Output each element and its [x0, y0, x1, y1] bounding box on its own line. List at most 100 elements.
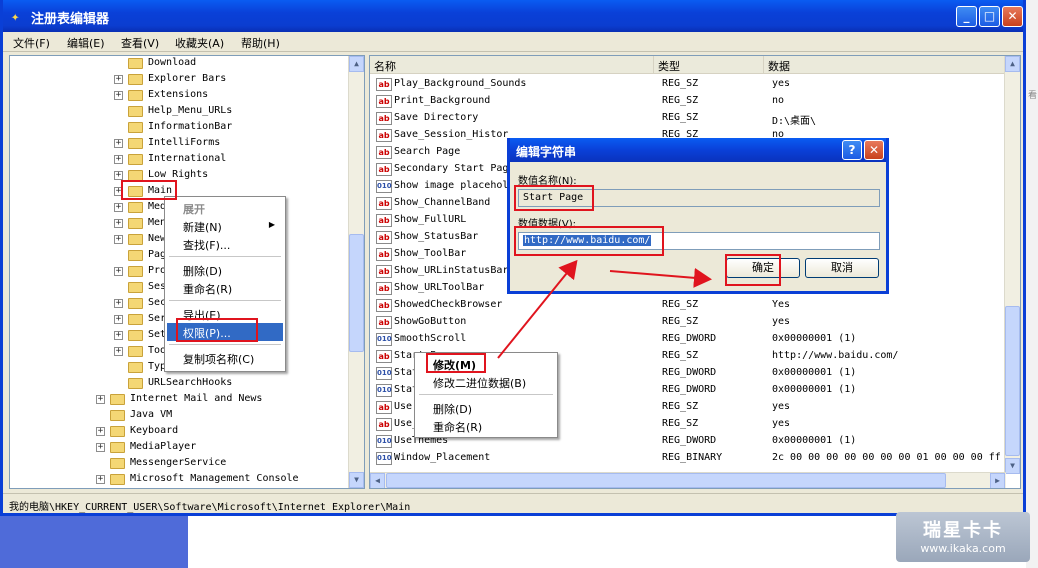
- expand-icon[interactable]: +: [114, 235, 123, 244]
- scroll-left-arrow-icon[interactable]: ◀: [370, 473, 385, 488]
- menu-separator: [419, 394, 553, 395]
- tree-menu-item-label: 复制项名称(C): [183, 353, 255, 366]
- list-scroll-down-arrow-icon[interactable]: ▼: [1005, 458, 1020, 474]
- expand-icon[interactable]: +: [114, 139, 123, 148]
- string-value-icon: ab: [376, 248, 392, 261]
- tree-context-menu: 展开 新建(N) ▶ 查找(F)... 删除(D) 重命名(R) 导出(E) 权限(P)...…: [164, 196, 286, 372]
- string-value-icon: ab: [376, 299, 392, 312]
- tree-menu-item-label: 展开: [183, 203, 205, 216]
- list-horizontal-scrollbar[interactable]: ◀ ▶: [370, 472, 1006, 488]
- submenu-arrow-icon: ▶: [268, 220, 275, 229]
- value-row[interactable]: 010 Window_Placement REG_BINARY 2c 00 00 00…: [374, 450, 1019, 467]
- menu-separator: [169, 344, 281, 345]
- tree-vertical-scrollbar[interactable]: ▲ ▼: [348, 56, 364, 488]
- watermark-line1: 瑞星卡卡: [923, 520, 1003, 541]
- tree-menu-item[interactable]: 重命名(R): [167, 279, 283, 297]
- menu-file[interactable]: 文件(F): [13, 35, 50, 51]
- value-row[interactable]: ab Save Directory REG_SZ D:\桌面\: [374, 110, 1014, 127]
- expand-icon[interactable]: +: [96, 475, 105, 484]
- value-data: 0x00000001 (1): [772, 435, 857, 446]
- column-data[interactable]: 数据: [764, 56, 1006, 74]
- tree-item-label: URLSearchHooks: [148, 377, 233, 388]
- value-data: yes: [772, 401, 791, 412]
- expand-icon[interactable]: +: [114, 219, 123, 228]
- string-value-icon: ab: [376, 401, 392, 414]
- value-data: D:\桌面\: [772, 116, 817, 127]
- value-row[interactable]: ab ShowGoButton REG_SZ yes: [374, 314, 1014, 331]
- string-value-icon: ab: [376, 214, 392, 227]
- value-type: REG_DWORD: [662, 384, 717, 395]
- cancel-button[interactable]: 取消: [805, 258, 879, 278]
- expand-icon[interactable]: +: [96, 443, 105, 452]
- expand-icon[interactable]: +: [114, 331, 123, 340]
- tree-item-label: InformationBar: [148, 121, 233, 132]
- tree-item-label: International: [148, 153, 227, 164]
- value-name: Print_Background: [394, 95, 491, 106]
- scroll-down-arrow-icon[interactable]: ▼: [349, 472, 364, 488]
- folder-icon: [128, 122, 143, 133]
- expand-icon[interactable]: +: [114, 171, 123, 180]
- folder-icon: [128, 314, 143, 325]
- tree-scroll-thumb[interactable]: [349, 234, 364, 352]
- tree-item-label: Low Rights: [148, 169, 209, 180]
- close-button[interactable]: ✕: [1002, 6, 1023, 27]
- value-type: REG_BINARY: [662, 452, 723, 463]
- tree-menu-item[interactable]: 查找(F)...: [167, 235, 283, 253]
- tree-menu-item[interactable]: 删除(D): [167, 261, 283, 279]
- value-data: Yes: [772, 299, 791, 310]
- scroll-right-arrow-icon[interactable]: ▶: [990, 473, 1005, 488]
- expand-icon[interactable]: +: [114, 155, 123, 164]
- status-path: 我的电脑\HKEY_CURRENT_USER\Software\Microsof…: [9, 502, 411, 513]
- help-icon[interactable]: ?: [842, 140, 862, 160]
- tree-menu-item[interactable]: 复制项名称(C): [167, 349, 283, 367]
- minimize-button[interactable]: _: [956, 6, 977, 27]
- menu-favorites[interactable]: 收藏夹(A): [175, 35, 224, 51]
- value-name: Show_URLinStatusBar: [394, 265, 509, 276]
- expand-icon[interactable]: +: [114, 75, 123, 84]
- tree-menu-item[interactable]: 新建(N) ▶: [167, 217, 283, 235]
- expand-icon[interactable]: +: [96, 427, 105, 436]
- value-menu-item[interactable]: 重命名(R): [417, 417, 555, 435]
- value-type: REG_SZ: [662, 418, 699, 429]
- list-scroll-thumb[interactable]: [1005, 306, 1020, 456]
- binary-value-icon: 010: [376, 333, 392, 346]
- value-row[interactable]: ab Play_Background_Sounds REG_SZ yes: [374, 76, 1014, 93]
- string-value-icon: ab: [376, 231, 392, 244]
- dialog-close-icon[interactable]: ✕: [864, 140, 884, 160]
- menu-help[interactable]: 帮助(H): [241, 35, 280, 51]
- expand-icon[interactable]: +: [114, 347, 123, 356]
- title-bar[interactable]: ✦ 注册表编辑器 _ □ ✕: [3, 0, 1023, 32]
- folder-icon: [128, 138, 143, 149]
- scroll-up-arrow-icon[interactable]: ▲: [349, 56, 364, 72]
- expand-icon[interactable]: +: [114, 315, 123, 324]
- dialog-title-bar[interactable]: 编辑字符串 ? ✕: [510, 138, 886, 162]
- menu-view[interactable]: 查看(V): [121, 35, 159, 51]
- expand-icon[interactable]: +: [96, 395, 105, 404]
- value-menu-item[interactable]: 删除(D): [417, 399, 555, 417]
- column-name[interactable]: 名称: [370, 56, 654, 74]
- value-row[interactable]: 010 SmoothScroll REG_DWORD 0x00000001 (1): [374, 331, 1014, 348]
- value-row[interactable]: ab Print_Background REG_SZ no: [374, 93, 1014, 110]
- tree-menu-item-label: 删除(D): [183, 265, 223, 278]
- list-hscroll-thumb[interactable]: [386, 473, 946, 488]
- list-scroll-up-arrow-icon[interactable]: ▲: [1005, 56, 1020, 72]
- string-value-icon: ab: [376, 350, 392, 363]
- maximize-button[interactable]: □: [979, 6, 1000, 27]
- value-data: http://www.baidu.com/: [772, 350, 899, 361]
- expand-icon[interactable]: +: [114, 299, 123, 308]
- string-value-icon: ab: [376, 197, 392, 210]
- string-value-icon: ab: [376, 163, 392, 176]
- folder-icon: [128, 330, 143, 341]
- menu-edit[interactable]: 编辑(E): [67, 35, 105, 51]
- value-name: Show image placehol: [394, 180, 509, 191]
- expand-icon[interactable]: +: [114, 267, 123, 276]
- column-type[interactable]: 类型: [654, 56, 764, 74]
- value-row[interactable]: ab ShowedCheckBrowser REG_SZ Yes: [374, 297, 1014, 314]
- expand-icon[interactable]: +: [114, 203, 123, 212]
- value-menu-item[interactable]: 修改二进位数据(B): [417, 373, 555, 391]
- watermark-line2: www.ikaka.com: [920, 542, 1006, 555]
- string-value-icon: ab: [376, 316, 392, 329]
- list-vertical-scrollbar[interactable]: ▲ ▼: [1004, 56, 1020, 474]
- expand-icon[interactable]: +: [114, 91, 123, 100]
- string-value-icon: ab: [376, 78, 392, 91]
